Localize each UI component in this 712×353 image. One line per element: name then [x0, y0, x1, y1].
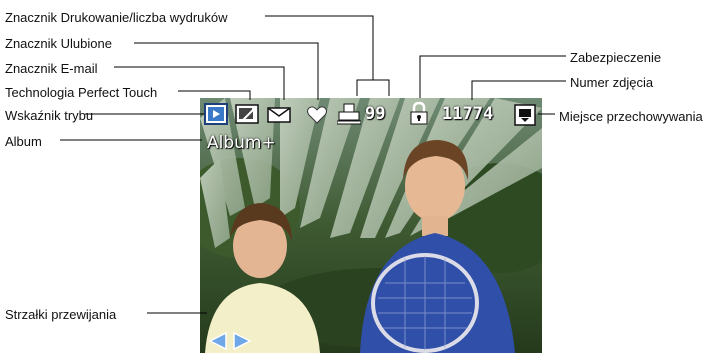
heart-icon	[307, 106, 327, 124]
printing-tag-label: Znacznik Drukowanie/liczba wydruków	[5, 10, 228, 25]
padlock-icon	[410, 101, 428, 125]
perfect-touch-icon	[235, 104, 259, 124]
left-arrow-icon[interactable]	[208, 332, 227, 350]
mode-indicator-label: Wskaźnik trybu	[5, 108, 94, 123]
memory-card-icon	[514, 104, 536, 126]
print-count: 99	[365, 104, 386, 124]
email-envelope-icon	[267, 107, 291, 123]
right-arrow-icon[interactable]	[233, 332, 252, 350]
protect-label: Zabezpieczenie	[570, 50, 662, 65]
perfect-touch-label: Technologia Perfect Touch	[5, 85, 158, 100]
storage-location-label: Miejsce przechowywania	[559, 109, 703, 124]
scroll-arrows[interactable]	[208, 332, 252, 350]
album-name: Album+	[207, 133, 276, 153]
favorite-tag-label: Znacznik Ulubione	[5, 36, 112, 51]
picture-number-label: Numer zdjęcia	[570, 75, 654, 90]
printer-icon	[337, 103, 361, 125]
review-mode-icon	[204, 103, 228, 125]
album-label: Album	[5, 134, 42, 149]
email-tag-label: Znacznik E-mail	[5, 61, 98, 76]
scroll-arrows-label: Strzałki przewijania	[5, 307, 117, 322]
picture-number: 11774	[442, 104, 494, 124]
camera-lcd-screen: 99 11774 Album+	[200, 98, 542, 353]
